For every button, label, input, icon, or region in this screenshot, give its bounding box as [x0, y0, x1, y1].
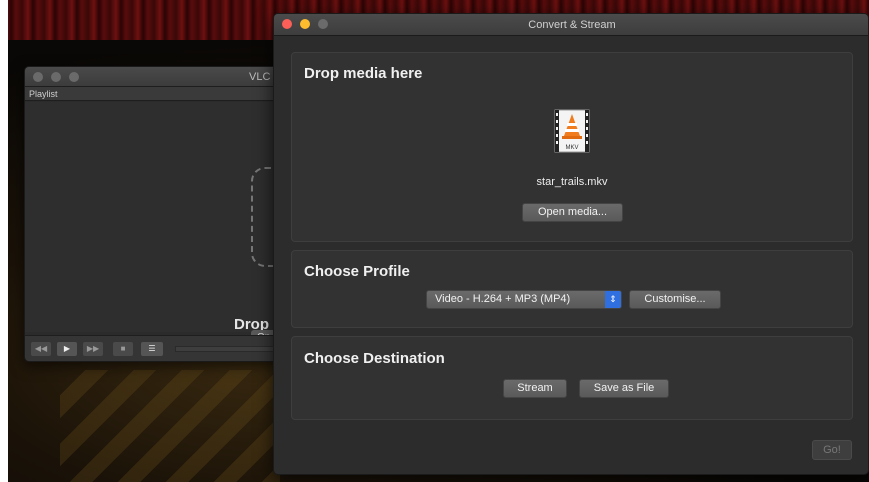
screen-edge	[0, 0, 8, 482]
mkv-file-icon: MKV	[554, 109, 590, 153]
save-as-file-button[interactable]: Save as File	[579, 379, 669, 398]
vlc-window-title: VLC	[249, 71, 271, 83]
drop-media-section[interactable]: Drop media here MKV star_trails.mkv Open…	[291, 52, 853, 242]
choose-destination-heading: Choose Destination	[304, 350, 445, 367]
vlc-zoom-button[interactable]	[69, 72, 79, 82]
choose-destination-section: Choose Destination Stream Save as File	[291, 336, 853, 420]
vlc-minimize-button[interactable]	[51, 72, 61, 82]
playlist-header: Playlist	[25, 87, 283, 101]
mkv-badge-text: MKV	[565, 145, 578, 151]
profile-select[interactable]: Video - H.264 + MP3 (MP4) ⇕	[426, 290, 622, 309]
convert-stream-window: Convert & Stream Drop media here MKV sta…	[273, 13, 869, 475]
play-icon[interactable]: ▶	[57, 342, 77, 356]
vlc-playlist-area: Drop Op	[25, 102, 283, 346]
playlist-toggle-icon[interactable]: ☰	[141, 342, 163, 356]
choose-profile-heading: Choose Profile	[304, 263, 410, 280]
vlc-titlebar[interactable]: VLC	[25, 67, 283, 87]
convert-stream-titlebar[interactable]: Convert & Stream	[274, 14, 868, 36]
select-chevron-icon: ⇕	[605, 291, 621, 308]
selected-profile-value: Video - H.264 + MP3 (MP4)	[435, 293, 571, 305]
vlc-control-bar: ◀◀ ▶ ▶▶ ■ ☰	[25, 335, 283, 361]
stream-button[interactable]: Stream	[503, 379, 567, 398]
window-title: Convert & Stream	[528, 19, 616, 31]
next-icon[interactable]: ▶▶	[83, 342, 103, 356]
media-file-name: star_trails.mkv	[536, 176, 608, 188]
vlc-window: VLC Playlist Drop Op ◀◀ ▶ ▶▶ ■ ☰	[24, 66, 284, 362]
previous-icon[interactable]: ◀◀	[31, 342, 51, 356]
seek-bar[interactable]	[175, 346, 283, 352]
customise-button[interactable]: Customise...	[629, 290, 721, 309]
drop-media-heading: Drop media here	[304, 65, 423, 82]
open-media-button[interactable]: Open media...	[522, 203, 623, 222]
go-button[interactable]: Go!	[812, 440, 852, 460]
vlc-close-button[interactable]	[33, 72, 43, 82]
stop-icon[interactable]: ■	[113, 342, 133, 356]
choose-profile-section: Choose Profile Video - H.264 + MP3 (MP4)…	[291, 250, 853, 328]
